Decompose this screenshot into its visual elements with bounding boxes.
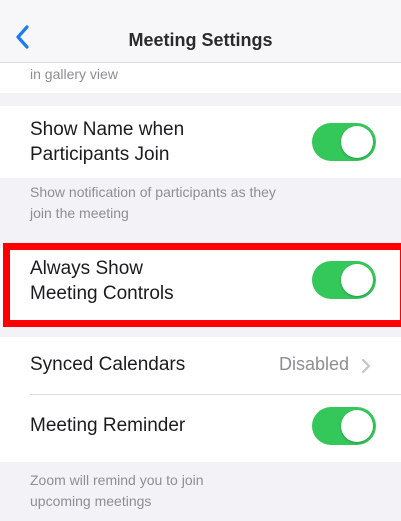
- synced-calendars-value: Disabled: [278, 354, 349, 374]
- synced-calendars-label[interactable]: Synced Calendars: [30, 352, 185, 377]
- navigation-bar: Meeting Settings: [0, 0, 401, 63]
- toggle-knob: [341, 410, 373, 442]
- toggle-knob: [341, 126, 373, 158]
- partial-description: in gallery view: [30, 66, 118, 82]
- show-name-label-line2: Participants Join: [30, 144, 170, 165]
- meeting-reminder-label: Meeting Reminder: [30, 415, 186, 436]
- show-name-description-line2: join the meeting: [30, 205, 129, 221]
- meeting-reminder-toggle[interactable]: [312, 407, 376, 445]
- page-title: Meeting Settings: [128, 30, 273, 50]
- show-name-label-line1: Show Name when: [30, 119, 185, 140]
- show-name-toggle[interactable]: [312, 123, 376, 161]
- show-name-description-line1: Show notification of participants as the…: [30, 184, 276, 200]
- meeting-reminder-description-line1: Zoom will remind you to join: [30, 472, 204, 488]
- chevron-right-icon[interactable]: [359, 356, 373, 376]
- highlight-box: [3, 243, 401, 327]
- row-divider: [30, 394, 401, 395]
- meeting-reminder-description-line2: upcoming meetings: [30, 493, 152, 509]
- meeting-settings-screen: Meeting Settings in gallery view Show Na…: [0, 0, 401, 521]
